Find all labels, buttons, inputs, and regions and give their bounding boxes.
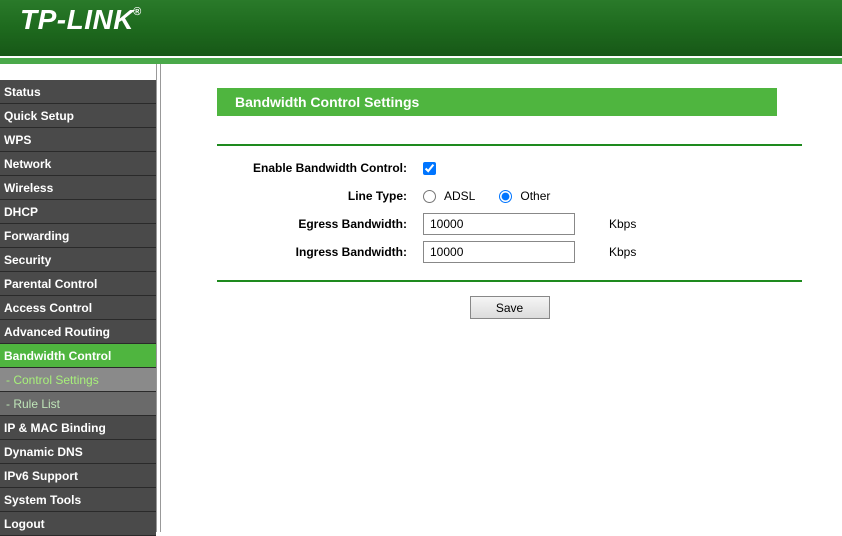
separator-top [217, 144, 802, 146]
sidebar-item-label: Status [4, 85, 41, 99]
sidebar-item-label: Security [4, 253, 51, 267]
sidebar-item-label: WPS [4, 133, 31, 147]
line-type-adsl-text: ADSL [444, 189, 475, 203]
sidebar-item-label: System Tools [4, 493, 81, 507]
ingress-bandwidth-input[interactable] [423, 241, 575, 263]
enable-bandwidth-checkbox[interactable] [423, 162, 436, 175]
sidebar-item-rule-list[interactable]: - Rule List [0, 392, 156, 416]
sidebar-item-access-control[interactable]: Access Control [0, 296, 156, 320]
egress-unit: Kbps [609, 217, 636, 231]
sidebar-item-parental-control[interactable]: Parental Control [0, 272, 156, 296]
sidebar-item-label: Dynamic DNS [4, 445, 83, 459]
egress-label: Egress Bandwidth: [217, 217, 413, 231]
sidebar-item-dhcp[interactable]: DHCP [0, 200, 156, 224]
app-header: TP-LINK® [0, 0, 842, 58]
sidebar-item-wps[interactable]: WPS [0, 128, 156, 152]
sidebar-item-label: DHCP [4, 205, 38, 219]
egress-bandwidth-input[interactable] [423, 213, 575, 235]
sidebar-item-label: - Control Settings [6, 373, 99, 387]
sidebar-item-system-tools[interactable]: System Tools [0, 488, 156, 512]
save-row: Save [217, 296, 802, 319]
sidebar-item-label: Network [4, 157, 51, 171]
sidebar-item-control-settings[interactable]: - Control Settings [0, 368, 156, 392]
ingress-label: Ingress Bandwidth: [217, 245, 413, 259]
sidebar-item-ipv6-support[interactable]: IPv6 Support [0, 464, 156, 488]
row-ingress: Ingress Bandwidth: Kbps [217, 238, 842, 266]
sidebar-item-label: IP & MAC Binding [4, 421, 106, 435]
sidebar-item-label: Bandwidth Control [4, 349, 111, 363]
sidebar-item-logout[interactable]: Logout [0, 512, 156, 536]
sidebar-item-label: IPv6 Support [4, 469, 78, 483]
sidebar-item-advanced-routing[interactable]: Advanced Routing [0, 320, 156, 344]
save-button[interactable]: Save [470, 296, 550, 319]
brand-name: TP-LINK [20, 4, 134, 35]
sidebar-item-label: Parental Control [4, 277, 97, 291]
sidebar-item-label: Wireless [4, 181, 53, 195]
sidebar-item-bandwidth-control[interactable]: Bandwidth Control [0, 344, 156, 368]
ingress-unit: Kbps [609, 245, 636, 259]
enable-label: Enable Bandwidth Control: [217, 161, 413, 175]
sidebar-item-label: Logout [4, 517, 45, 531]
line-type-other-option[interactable]: Other [499, 189, 550, 203]
sidebar-item-network[interactable]: Network [0, 152, 156, 176]
sidebar-item-quick-setup[interactable]: Quick Setup [0, 104, 156, 128]
brand-registered: ® [133, 6, 142, 18]
brand-logo: TP-LINK® [0, 0, 143, 36]
line-type-other-text: Other [520, 189, 550, 203]
body-wrap: Status Quick Setup WPS Network Wireless … [0, 64, 842, 532]
line-type-label: Line Type: [217, 189, 413, 203]
row-line-type: Line Type: ADSL Other [217, 182, 842, 210]
sidebar-item-label: - Rule List [6, 397, 60, 411]
panel-title-text: Bandwidth Control Settings [235, 94, 419, 110]
sidebar-item-security[interactable]: Security [0, 248, 156, 272]
sidebar-item-dynamic-dns[interactable]: Dynamic DNS [0, 440, 156, 464]
content-area: Bandwidth Control Settings Enable Bandwi… [161, 64, 842, 532]
line-type-other-radio[interactable] [499, 190, 512, 203]
sidebar-item-wireless[interactable]: Wireless [0, 176, 156, 200]
line-type-adsl-option[interactable]: ADSL [423, 189, 475, 203]
row-enable: Enable Bandwidth Control: [217, 154, 842, 182]
separator-bottom [217, 280, 802, 282]
sidebar: Status Quick Setup WPS Network Wireless … [0, 64, 156, 532]
sidebar-item-status[interactable]: Status [0, 80, 156, 104]
sidebar-item-forwarding[interactable]: Forwarding [0, 224, 156, 248]
row-egress: Egress Bandwidth: Kbps [217, 210, 842, 238]
line-type-adsl-radio[interactable] [423, 190, 436, 203]
sidebar-item-label: Quick Setup [4, 109, 74, 123]
sidebar-item-ip-mac-binding[interactable]: IP & MAC Binding [0, 416, 156, 440]
sidebar-item-label: Access Control [4, 301, 92, 315]
panel-title: Bandwidth Control Settings [217, 88, 777, 116]
sidebar-item-label: Advanced Routing [4, 325, 110, 339]
sidebar-item-label: Forwarding [4, 229, 69, 243]
